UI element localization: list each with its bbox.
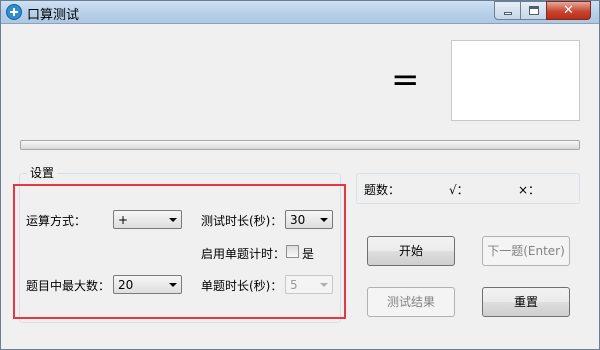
operation-label: 运算方式： bbox=[26, 214, 87, 228]
question-count-label: 题数： bbox=[364, 183, 401, 197]
next-question-button[interactable]: 下一题(Enter) bbox=[482, 236, 570, 266]
maximize-icon bbox=[529, 6, 539, 15]
per-question-duration-label: 单题时长(秒)： bbox=[201, 279, 283, 293]
per-question-duration-select[interactable]: 5 bbox=[285, 275, 333, 294]
answer-display[interactable] bbox=[451, 40, 580, 121]
chevron-down-icon bbox=[320, 218, 328, 222]
equals-sign: = bbox=[391, 60, 420, 100]
maximize-button[interactable] bbox=[520, 1, 547, 20]
minimize-icon bbox=[504, 12, 512, 15]
per-question-timer-label: 启用单题计时： bbox=[201, 247, 286, 261]
calculator-app-icon bbox=[6, 4, 22, 20]
chevron-down-icon bbox=[320, 283, 328, 287]
per-question-timer-checkbox-label[interactable]: 是 bbox=[302, 245, 314, 262]
title-bar: 口算测试 ✕ bbox=[1, 1, 599, 24]
duration-select[interactable]: 30 bbox=[285, 210, 333, 229]
per-question-duration-value: 5 bbox=[290, 278, 298, 292]
settings-group-title: 设置 bbox=[27, 164, 58, 181]
max-number-value: 20 bbox=[118, 278, 134, 292]
test-progress-bar bbox=[20, 140, 580, 150]
test-results-button[interactable]: 测试结果 bbox=[367, 287, 455, 317]
chevron-down-icon bbox=[169, 283, 177, 287]
close-icon: ✕ bbox=[563, 3, 574, 18]
wrong-count-label: ×： bbox=[518, 183, 541, 197]
chevron-down-icon bbox=[169, 218, 177, 222]
correct-count-label: √： bbox=[449, 183, 469, 197]
close-button[interactable]: ✕ bbox=[546, 1, 591, 20]
main-window: 口算测试 ✕ = 设置 运算方式： + 测试时长(秒)： 30 启用单题计时： … bbox=[0, 0, 600, 350]
reset-button[interactable]: 重置 bbox=[482, 287, 570, 317]
max-number-label: 题目中最大数： bbox=[26, 279, 111, 293]
per-question-timer-checkbox[interactable] bbox=[286, 245, 299, 258]
duration-label: 测试时长(秒)： bbox=[201, 214, 283, 228]
duration-value: 30 bbox=[290, 213, 306, 227]
minimize-button[interactable] bbox=[494, 1, 521, 20]
operation-select[interactable]: + bbox=[113, 210, 182, 229]
window-title: 口算测试 bbox=[27, 8, 80, 23]
start-button[interactable]: 开始 bbox=[367, 236, 455, 266]
max-number-select[interactable]: 20 bbox=[113, 275, 182, 294]
operation-value: + bbox=[118, 213, 129, 227]
